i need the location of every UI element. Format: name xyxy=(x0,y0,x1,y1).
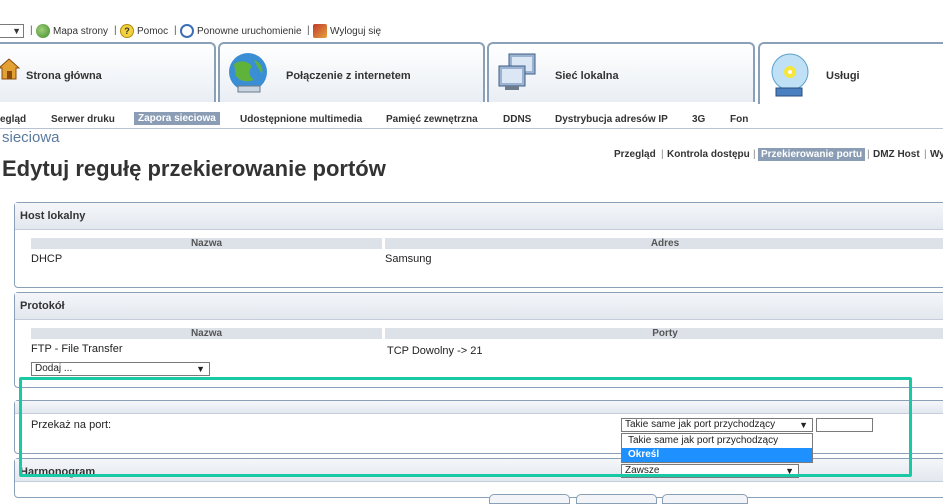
ok-button[interactable] xyxy=(489,494,570,504)
subnav-firewall[interactable]: Zapora sieciowa xyxy=(134,112,220,125)
separator: | xyxy=(867,149,870,160)
tab-access-control[interactable]: Kontrola dostępu xyxy=(667,149,750,160)
sitemap-icon xyxy=(36,24,50,38)
column-header-name: Nazwa xyxy=(31,328,382,339)
protocol-name-value: FTP - File Transfer xyxy=(31,343,123,355)
help-link[interactable]: ? Pomoc xyxy=(120,24,168,38)
tab-services-label: Usługi xyxy=(826,70,860,82)
sitemap-link[interactable]: Mapa strony xyxy=(36,24,108,38)
add-protocol-select[interactable]: Dodaj ... ▼ xyxy=(31,362,210,376)
logout-icon xyxy=(313,24,327,38)
tab-services[interactable]: Usługi xyxy=(758,42,943,104)
tab-internet-label: Połączenie z internetem xyxy=(286,70,411,82)
tab-home-label: Strona główna xyxy=(26,70,102,82)
sub-navigation: egląd Serwer druku Zapora sieciowa Udost… xyxy=(0,112,943,128)
column-header-name: Nazwa xyxy=(31,238,382,249)
panel-heading: Protokół xyxy=(15,293,943,320)
separator: | xyxy=(753,149,756,160)
sitemap-label: Mapa strony xyxy=(53,25,109,37)
column-header-address: Adres xyxy=(385,238,943,249)
subnav-print-server[interactable]: Serwer druku xyxy=(51,114,115,125)
subnav-3g[interactable]: 3G xyxy=(692,114,705,125)
logout-label: Wyloguj się xyxy=(330,25,382,37)
tab-port-forwarding[interactable]: Przekierowanie portu xyxy=(758,148,866,161)
subnav-overview[interactable]: egląd xyxy=(0,114,26,125)
column-header-ports: Porty xyxy=(385,328,943,339)
power-icon xyxy=(180,24,194,38)
subnav-ddns[interactable]: DDNS xyxy=(503,114,531,125)
page-title: Edytuj regułę przekierowanie portów xyxy=(2,156,386,181)
tab-lan[interactable]: Sieć lokalna xyxy=(487,42,755,102)
restart-label: Ponowne uruchomienie xyxy=(197,25,302,37)
subnav-fon[interactable]: Fon xyxy=(730,114,748,125)
network-icon xyxy=(498,53,536,90)
separator: | xyxy=(661,149,664,160)
subnav-media[interactable]: Udostępnione multimedia xyxy=(240,114,362,125)
main-navigation: Strona główna Połączenie z internetem Si… xyxy=(0,42,943,104)
disc-icon xyxy=(771,53,809,97)
tab-home[interactable]: Strona główna xyxy=(0,42,216,102)
breadcrumb: sieciowa xyxy=(2,129,60,146)
help-icon: ? xyxy=(120,24,134,38)
separator: | xyxy=(924,149,927,160)
separator: | xyxy=(307,25,310,36)
panel-heading: Host lokalny xyxy=(15,203,943,230)
select-value: Dodaj ... xyxy=(35,363,73,374)
restart-link[interactable]: Ponowne uruchomienie xyxy=(180,24,302,38)
separator: | xyxy=(174,25,177,36)
highlight-frame xyxy=(19,377,912,477)
host-address-value: Samsung xyxy=(385,253,432,265)
help-label: Pomoc xyxy=(137,25,169,37)
separator: | xyxy=(114,25,117,36)
cancel-button[interactable] xyxy=(662,494,748,504)
separator: | xyxy=(30,25,33,36)
logout-link[interactable]: Wyloguj się xyxy=(313,24,381,38)
home-icon xyxy=(0,58,20,80)
tab-overview[interactable]: Przegląd xyxy=(614,149,656,160)
tab-dmz-host[interactable]: DMZ Host xyxy=(873,149,920,160)
apply-button[interactable] xyxy=(576,494,657,504)
subnav-storage[interactable]: Pamięć zewnętrzna xyxy=(386,114,478,125)
divider xyxy=(0,128,943,129)
chevron-down-icon: ▼ xyxy=(196,364,205,374)
tab-internet[interactable]: Połączenie z internetem xyxy=(218,42,485,102)
host-name-value: DHCP xyxy=(31,253,63,265)
protocol-ports-value: TCP Dowolny -> 21 xyxy=(387,345,483,357)
tab-more[interactable]: Wy xyxy=(930,149,943,160)
language-select[interactable]: ▼ xyxy=(0,24,24,38)
tab-lan-label: Sieć lokalna xyxy=(555,70,619,82)
subnav-ip-distribution[interactable]: Dystrybucja adresów IP xyxy=(555,114,668,125)
globe-icon xyxy=(229,53,267,93)
